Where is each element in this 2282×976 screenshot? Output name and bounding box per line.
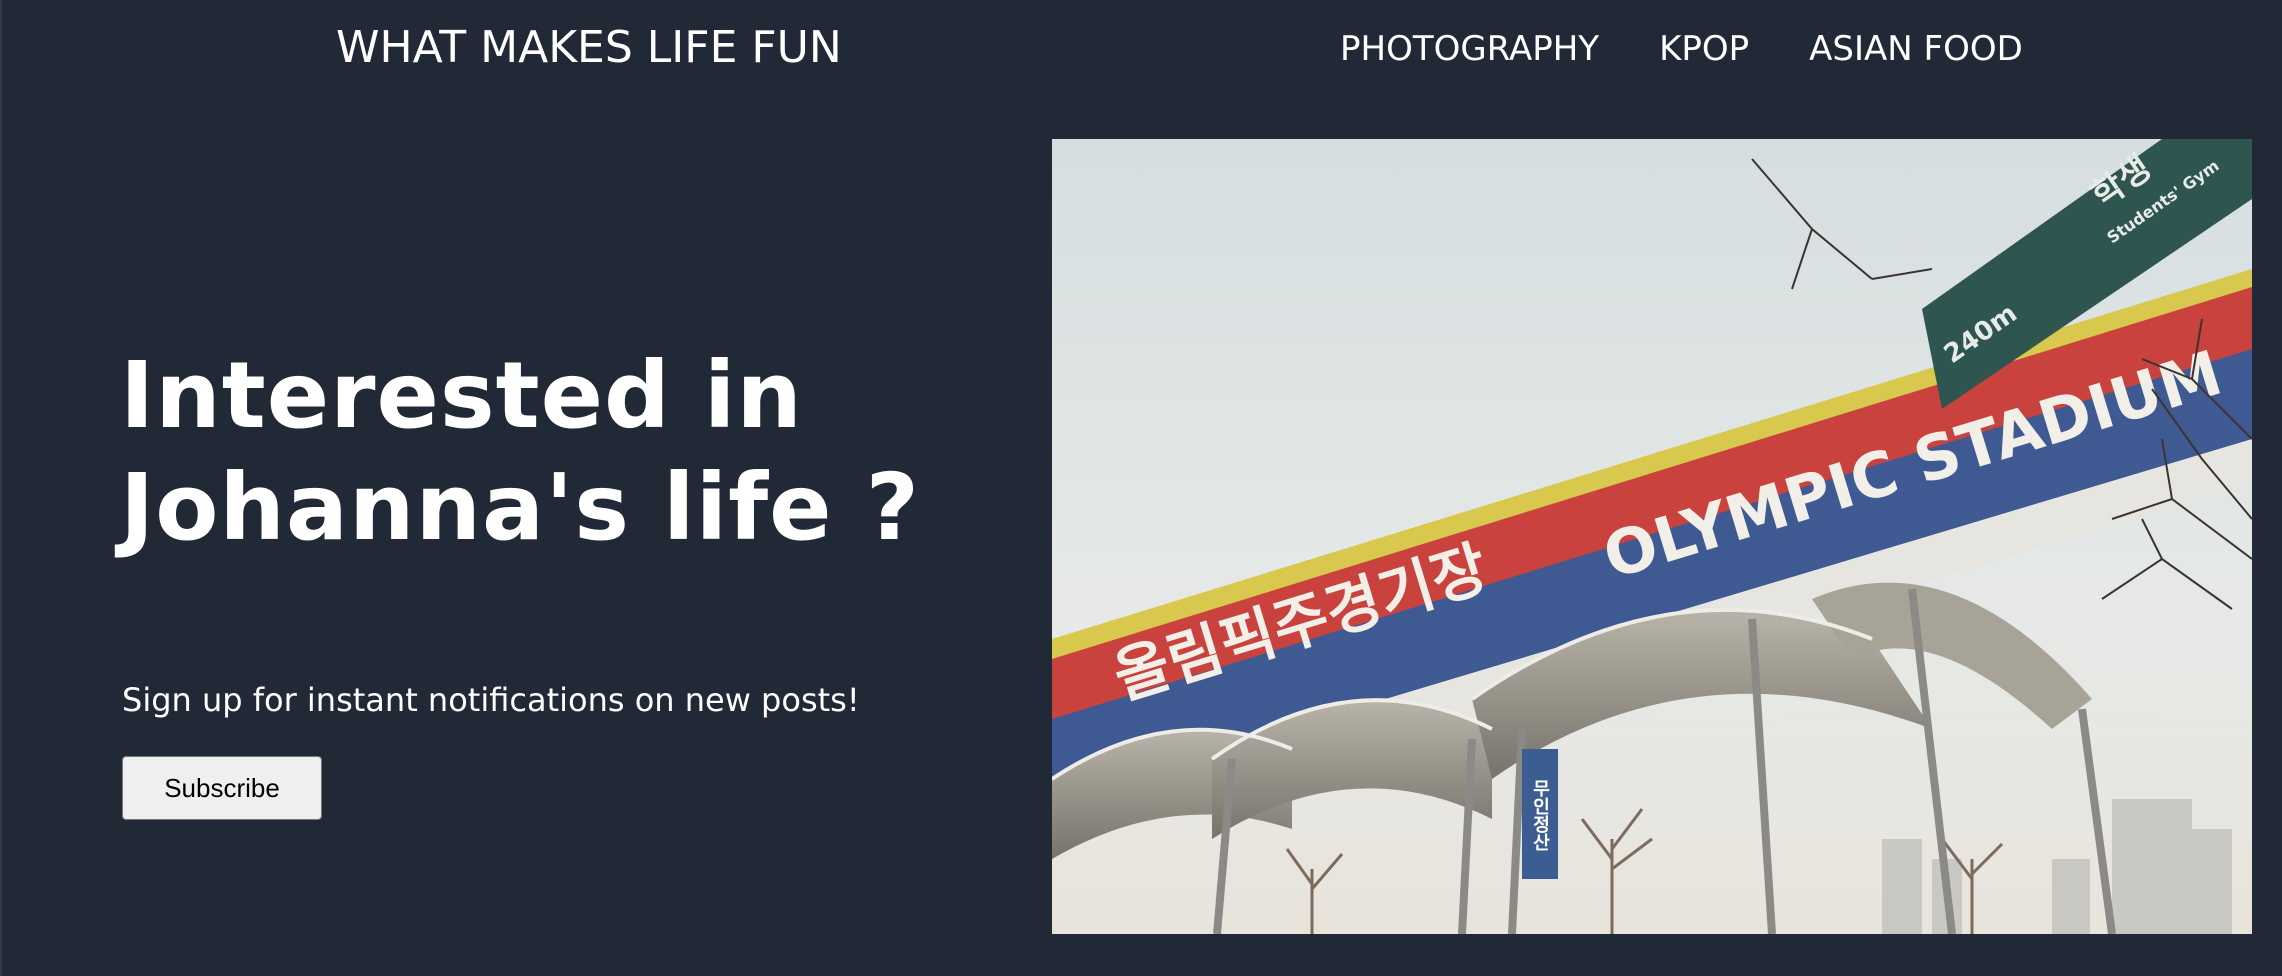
signup-text: Sign up for instant notifications on new… xyxy=(122,681,860,719)
site-title[interactable]: WHAT MAKES LIFE FUN xyxy=(336,18,842,78)
nav-link-asian-food[interactable]: ASIAN FOOD xyxy=(1809,22,2023,76)
nav-link-photography[interactable]: PHOTOGRAPHY xyxy=(1340,22,1599,76)
nav-link-kpop[interactable]: KPOP xyxy=(1659,22,1749,76)
hero-heading-line-2: Johanna's life ? xyxy=(120,454,920,561)
hero-photo: OLYMPIC STADIUM 올림픽주경기장 무인정산 240m 학생 Stu… xyxy=(1052,139,2252,934)
pole-sign-text: 무인정산 xyxy=(1530,779,1551,851)
main-nav: PHOTOGRAPHY KPOP ASIAN FOOD xyxy=(1340,22,2023,76)
pole-sign: 무인정산 xyxy=(1522,749,1558,879)
subscribe-button[interactable]: Subscribe xyxy=(122,756,322,820)
hero-heading-line-1: Interested in xyxy=(120,342,803,449)
hero-heading: Interested in Johanna's life ? xyxy=(120,340,920,564)
photo-illustration: OLYMPIC STADIUM 올림픽주경기장 무인정산 240m 학생 Stu… xyxy=(1052,139,2252,934)
page: WHAT MAKES LIFE FUN PHOTOGRAPHY KPOP ASI… xyxy=(0,0,2282,976)
